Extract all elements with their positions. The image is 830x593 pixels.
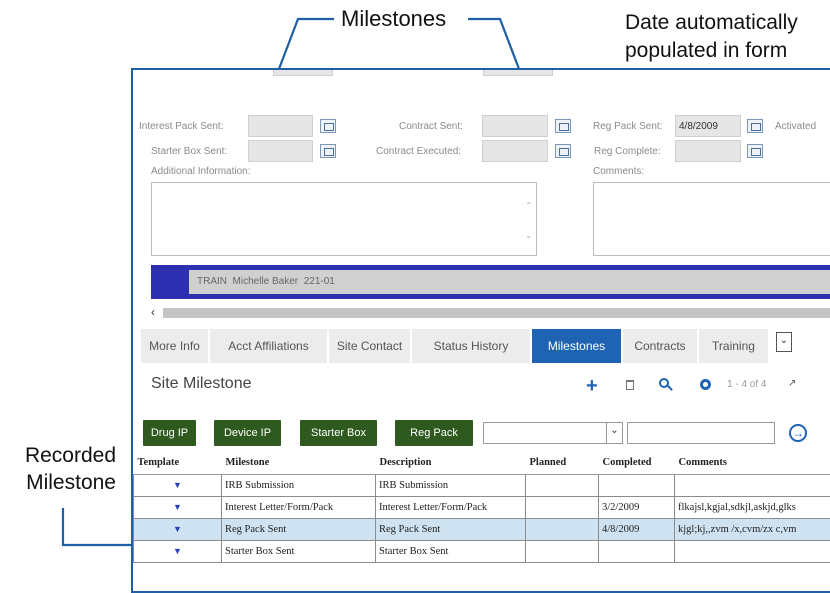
top-field-stub-1 bbox=[273, 70, 333, 76]
cell-completed bbox=[598, 473, 675, 497]
interest-pack-sent-label: Interest Pack Sent: bbox=[139, 121, 224, 132]
funnel-icon[interactable]: ▼ bbox=[173, 524, 182, 534]
filter-select[interactable]: ⌄ bbox=[483, 422, 623, 444]
tab-milestones[interactable]: Milestones bbox=[532, 329, 622, 363]
reg-pack-sent-label: Reg Pack Sent: bbox=[593, 121, 663, 132]
reg-pack-sent-field[interactable]: 4/8/2009 bbox=[675, 115, 741, 137]
reg-complete-field[interactable] bbox=[675, 140, 741, 162]
calendar-icon[interactable] bbox=[320, 119, 336, 133]
screenshot-panel: Interest Pack Sent: Contract Sent: Reg P… bbox=[131, 68, 830, 593]
recorded-milestone-callout: Recorded Milestone bbox=[24, 444, 116, 494]
calendar-icon[interactable] bbox=[747, 119, 763, 133]
calendar-icon[interactable] bbox=[555, 119, 571, 133]
tab-training[interactable]: Training bbox=[699, 329, 769, 363]
reg-complete-label: Reg Complete: bbox=[594, 146, 661, 157]
pagination-text: 1 - 4 of 4 bbox=[727, 379, 767, 390]
additional-information-label: Additional Information: bbox=[151, 166, 251, 177]
search-icon-handle bbox=[667, 385, 673, 391]
cell-comments: flkajsl,kgjal,sdkjl,askjd,glks bbox=[674, 495, 830, 519]
cell-planned bbox=[525, 473, 599, 497]
funnel-icon[interactable]: ▼ bbox=[173, 480, 182, 490]
starter-box-button[interactable]: Starter Box bbox=[300, 420, 377, 446]
funnel-icon[interactable]: ▼ bbox=[173, 546, 182, 556]
contract-executed-label: Contract Executed: bbox=[376, 146, 462, 157]
additional-information-textarea[interactable]: ⌃ ⌄ bbox=[151, 182, 537, 256]
gear-icon[interactable] bbox=[700, 379, 711, 390]
table-row[interactable]: ▼ Interest Letter/Form/Pack Interest Let… bbox=[133, 495, 830, 519]
chevron-down-icon: ⌄ bbox=[779, 335, 789, 346]
calendar-icon[interactable] bbox=[555, 144, 571, 158]
expand-icon[interactable]: ↗ bbox=[788, 378, 796, 389]
drug-ip-button[interactable]: Drug IP bbox=[143, 420, 196, 446]
site-bar-inner: TRAIN Michelle Baker 221-01 bbox=[189, 270, 830, 294]
col-template[interactable]: Template bbox=[133, 452, 222, 475]
cell-planned bbox=[525, 539, 599, 563]
horizontal-scrollbar[interactable] bbox=[163, 308, 830, 318]
cell-planned bbox=[525, 495, 599, 519]
tab-site-contact[interactable]: Site Contact bbox=[329, 329, 411, 363]
tab-status-history[interactable]: Status History bbox=[412, 329, 531, 363]
cell-description: Starter Box Sent bbox=[375, 539, 526, 563]
cell-completed bbox=[598, 539, 675, 563]
table-row-selected[interactable]: ▼ Reg Pack Sent Reg Pack Sent 4/8/2009 k… bbox=[133, 517, 830, 541]
tab-more-info[interactable]: More Info bbox=[141, 329, 209, 363]
tab-contracts[interactable]: Contracts bbox=[623, 329, 698, 363]
tabs-more-dropdown[interactable]: ⌄ bbox=[776, 332, 792, 352]
interest-pack-sent-field[interactable] bbox=[248, 115, 313, 137]
plus-icon[interactable]: + bbox=[586, 376, 598, 396]
tab-acct-affiliations[interactable]: Acct Affiliations bbox=[210, 329, 328, 363]
trash-icon[interactable] bbox=[626, 380, 634, 390]
comments-textarea[interactable] bbox=[593, 182, 830, 256]
milestones-callout: Milestones bbox=[341, 6, 447, 31]
cell-milestone: IRB Submission bbox=[221, 473, 376, 497]
contract-executed-field[interactable] bbox=[482, 140, 548, 162]
site-bar: TRAIN Michelle Baker 221-01 bbox=[151, 265, 830, 299]
starter-box-sent-label: Starter Box Sent: bbox=[151, 146, 228, 157]
site-bar-text: TRAIN Michelle Baker 221-01 bbox=[197, 276, 335, 287]
cell-milestone: Starter Box Sent bbox=[221, 539, 376, 563]
scroll-up-icon[interactable]: ⌃ bbox=[525, 201, 532, 210]
section-title: Site Milestone bbox=[151, 375, 252, 392]
cell-description: IRB Submission bbox=[375, 473, 526, 497]
chevron-down-icon: ⌄ bbox=[606, 423, 622, 443]
cell-comments: kjgl;kj,,zvm /x,cvm/zx c,vm bbox=[674, 517, 830, 541]
contract-sent-label: Contract Sent: bbox=[399, 121, 463, 132]
col-comments[interactable]: Comments bbox=[674, 452, 830, 475]
contract-sent-field[interactable] bbox=[482, 115, 548, 137]
cell-completed: 4/8/2009 bbox=[598, 517, 675, 541]
top-field-stub-2 bbox=[483, 70, 553, 76]
table-row[interactable]: ▼ IRB Submission IRB Submission bbox=[133, 473, 830, 497]
col-planned[interactable]: Planned bbox=[525, 452, 599, 475]
funnel-icon[interactable]: ▼ bbox=[173, 502, 182, 512]
cell-description: Reg Pack Sent bbox=[375, 517, 526, 541]
col-completed[interactable]: Completed bbox=[598, 452, 675, 475]
calendar-icon[interactable] bbox=[320, 144, 336, 158]
cell-comments bbox=[674, 473, 830, 497]
chevron-left-icon[interactable]: ‹ bbox=[151, 305, 155, 319]
cell-milestone: Reg Pack Sent bbox=[221, 517, 376, 541]
date-auto-callout: Date automatically populated in form bbox=[625, 11, 798, 62]
col-milestone[interactable]: Milestone bbox=[221, 452, 376, 475]
calendar-icon[interactable] bbox=[747, 144, 763, 158]
cell-comments bbox=[674, 539, 830, 563]
grid-header-row: Template Milestone Description Planned C… bbox=[133, 452, 830, 475]
col-description[interactable]: Description bbox=[375, 452, 526, 475]
cell-planned bbox=[525, 517, 599, 541]
device-ip-button[interactable]: Device IP bbox=[214, 420, 281, 446]
table-row[interactable]: ▼ Starter Box Sent Starter Box Sent bbox=[133, 539, 830, 563]
reg-pack-button[interactable]: Reg Pack bbox=[395, 420, 473, 446]
scroll-down-icon[interactable]: ⌄ bbox=[525, 231, 532, 240]
arrow-right-circle-icon[interactable]: → bbox=[789, 424, 807, 442]
cell-description: Interest Letter/Form/Pack bbox=[375, 495, 526, 519]
milestone-grid: Template Milestone Description Planned C… bbox=[133, 452, 830, 563]
starter-box-sent-field[interactable] bbox=[248, 140, 313, 162]
cell-milestone: Interest Letter/Form/Pack bbox=[221, 495, 376, 519]
comments-label: Comments: bbox=[593, 166, 645, 177]
cell-completed: 3/2/2009 bbox=[598, 495, 675, 519]
filter-input[interactable] bbox=[627, 422, 775, 444]
activated-label: Activated bbox=[775, 121, 817, 132]
